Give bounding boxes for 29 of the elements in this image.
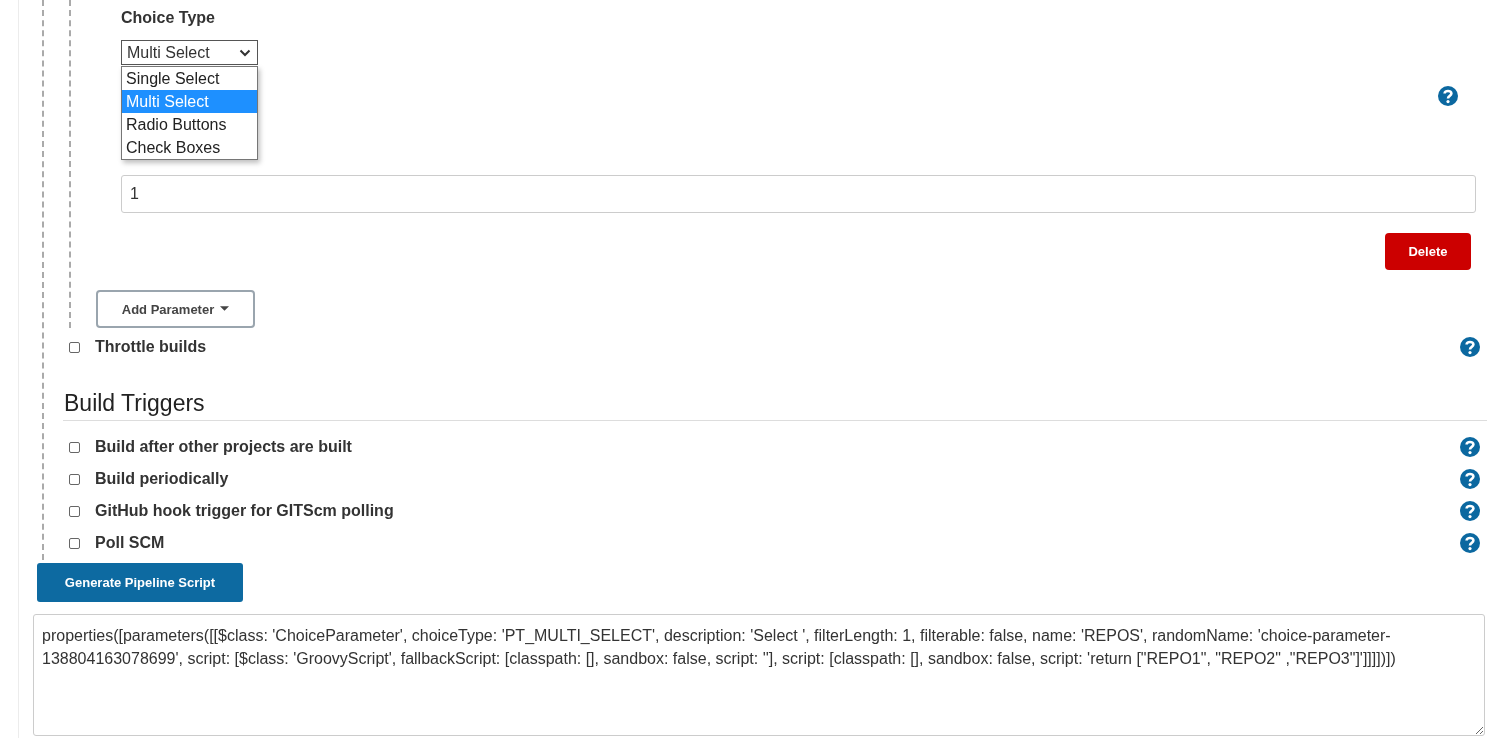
delete-button[interactable]: Delete [1385,233,1471,270]
generate-pipeline-script-button[interactable]: Generate Pipeline Script [37,563,243,602]
choice-type-select[interactable]: Multi Select [121,40,258,65]
input-field[interactable]: 1 [121,175,1476,213]
dropdown-option[interactable]: Radio Buttons [122,113,257,136]
dropdown-option[interactable]: Single Select [122,67,257,90]
checkbox-label: Build after other projects are built [95,438,352,456]
checkbox[interactable] [69,441,80,453]
checkbox-label: Poll SCM [95,534,165,552]
dropdown-option[interactable]: Check Boxes [122,136,257,159]
checkbox[interactable] [69,473,80,485]
section-heading: Build Triggers [64,390,205,417]
checkbox-label: Build periodically [95,470,229,488]
help-icon[interactable] [1460,337,1480,357]
script-output-textarea[interactable]: properties([parameters([[$class: 'ChoiceParameter', choiceType: 'PT_MULTI_SELECT', description: 'Select ', filterLength: 1, filterable: false, name: 'REPOS', randomName: 'choice-parameter-138804163078699', script: [$class: 'GroovyScript', fallbackScript: [classpath: [], sandbox: false, script: ''], script: [classpath: [], sandbox: false, script: 'return ["REPO1", "REPO2" ,"REPO3"]']]]])]) [33,614,1485,736]
add-parameter-button[interactable]: Add Parameter [96,290,255,328]
help-icon[interactable] [1460,501,1480,521]
help-icon[interactable] [1460,437,1480,457]
caret-icon [220,306,230,312]
checkbox[interactable] [69,505,80,517]
checkbox[interactable] [69,537,80,549]
field-label: Choice Type [121,8,215,28]
chevron-icon [239,48,251,57]
checkbox-label: Throttle builds [95,338,207,356]
help-icon[interactable] [1438,86,1458,106]
checkbox-label: GitHub hook trigger for GITScm polling [95,502,394,520]
help-icon[interactable] [1460,469,1480,489]
checkbox[interactable] [69,341,80,353]
help-icon[interactable] [1460,533,1480,553]
